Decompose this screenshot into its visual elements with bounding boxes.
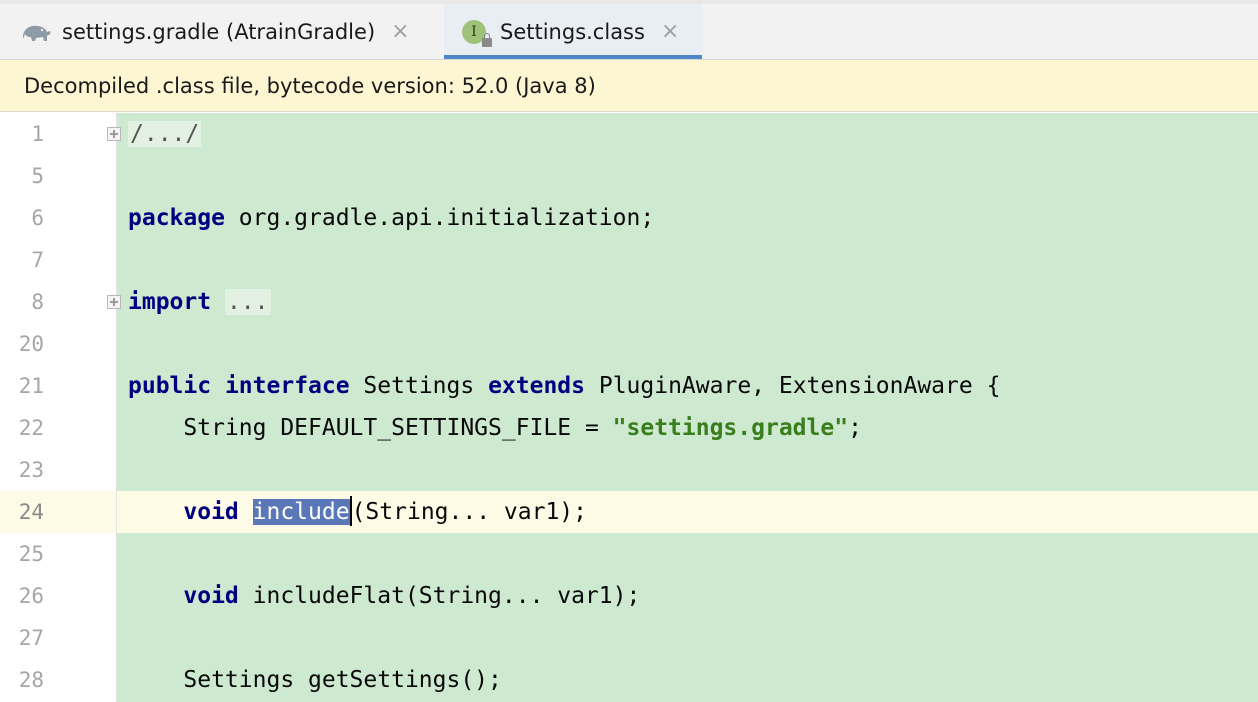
- code-line[interactable]: 1 /.../: [0, 113, 1258, 155]
- code-line[interactable]: 25: [0, 533, 1258, 575]
- line-number: 7: [31, 248, 44, 272]
- code-line[interactable]: 8 import ...: [0, 281, 1258, 323]
- banner-text: Decompiled .class file, bytecode version…: [24, 73, 596, 98]
- code-text: import ...: [128, 281, 271, 323]
- selected-text[interactable]: include: [252, 499, 350, 525]
- keyword: import: [128, 289, 212, 315]
- code-text: public interface Settings extends Plugin…: [128, 365, 1000, 407]
- code-span: [211, 289, 225, 315]
- line-number: 23: [18, 458, 44, 482]
- code-line[interactable]: 23: [0, 449, 1258, 491]
- code-line[interactable]: 7: [0, 239, 1258, 281]
- code-line[interactable]: 28 Settings getSettings();: [0, 659, 1258, 701]
- line-number: 25: [18, 542, 44, 566]
- code-line[interactable]: 21 public interface Settings extends Plu…: [0, 365, 1258, 407]
- keyword: extends: [488, 373, 585, 399]
- line-number: 8: [31, 290, 44, 314]
- interface-class-icon: I: [462, 19, 492, 47]
- active-tab-indicator: [444, 55, 702, 59]
- line-number: 28: [18, 668, 44, 692]
- line-number: 22: [18, 416, 44, 440]
- lock-icon: [482, 32, 492, 47]
- keyword: void: [183, 499, 239, 525]
- close-icon[interactable]: ×: [661, 19, 679, 44]
- tab-settings-class[interactable]: I Settings.class ×: [444, 4, 702, 59]
- code-span: PluginAware, ExtensionAware {: [585, 373, 1001, 399]
- gradle-elephant-icon: [20, 21, 52, 43]
- code-span: [239, 499, 253, 525]
- code-editor[interactable]: 1 /.../ 5 6 package org.gradle.api.initi…: [0, 113, 1258, 702]
- code-text: /.../: [128, 113, 202, 155]
- line-number: 26: [18, 584, 44, 608]
- tab-label: settings.gradle (AtrainGradle): [62, 19, 376, 44]
- folded-region[interactable]: /.../: [128, 121, 202, 147]
- tab-label: Settings.class: [500, 19, 645, 44]
- code-text: package org.gradle.api.initialization;: [128, 197, 654, 239]
- decompiled-notice-banner: Decompiled .class file, bytecode version…: [0, 60, 1258, 112]
- line-number: 27: [18, 626, 44, 650]
- interface-letter: I: [471, 23, 477, 40]
- code-line[interactable]: 20: [0, 323, 1258, 365]
- code-line[interactable]: 27: [0, 617, 1258, 659]
- line-number: 6: [31, 206, 44, 230]
- code-line[interactable]: 26 void includeFlat(String... var1);: [0, 575, 1258, 617]
- code-span: includeFlat(String... var1);: [238, 583, 641, 609]
- folded-region[interactable]: ...: [224, 289, 271, 315]
- code-text: void includeFlat(String... var1);: [128, 575, 640, 617]
- line-number: 20: [18, 332, 44, 356]
- tab-settings-gradle[interactable]: settings.gradle (AtrainGradle) ×: [0, 4, 444, 59]
- keyword: void: [183, 583, 239, 609]
- code-line[interactable]: 6 package org.gradle.api.initialization;: [0, 197, 1258, 239]
- close-icon[interactable]: ×: [391, 19, 409, 44]
- line-number: 24: [18, 500, 44, 524]
- keyword: package: [128, 205, 225, 231]
- code-text: String DEFAULT_SETTINGS_FILE = "settings…: [128, 407, 862, 449]
- code-span: Settings: [349, 373, 489, 399]
- code-line-current[interactable]: 24 void include(String... var1);: [0, 491, 1258, 533]
- string-literal: "settings.gradle": [612, 415, 849, 441]
- code-line[interactable]: 5: [0, 155, 1258, 197]
- line-number: 1: [31, 122, 44, 146]
- line-number: 5: [31, 164, 44, 188]
- code-line[interactable]: 22 String DEFAULT_SETTINGS_FILE = "setti…: [0, 407, 1258, 449]
- code-span: String DEFAULT_SETTINGS_FILE =: [128, 415, 613, 441]
- code-span: (String... var1);: [351, 499, 587, 525]
- line-number: 21: [18, 374, 44, 398]
- code-text: void include(String... var1);: [128, 491, 587, 533]
- code-span: ;: [848, 415, 862, 441]
- code-span: org.gradle.api.initialization;: [224, 205, 655, 231]
- keyword: public: [128, 373, 212, 399]
- keyword: interface: [224, 373, 350, 399]
- editor-tab-bar: settings.gradle (AtrainGradle) × I Setti…: [0, 0, 1258, 60]
- code-text: Settings getSettings();: [128, 667, 502, 693]
